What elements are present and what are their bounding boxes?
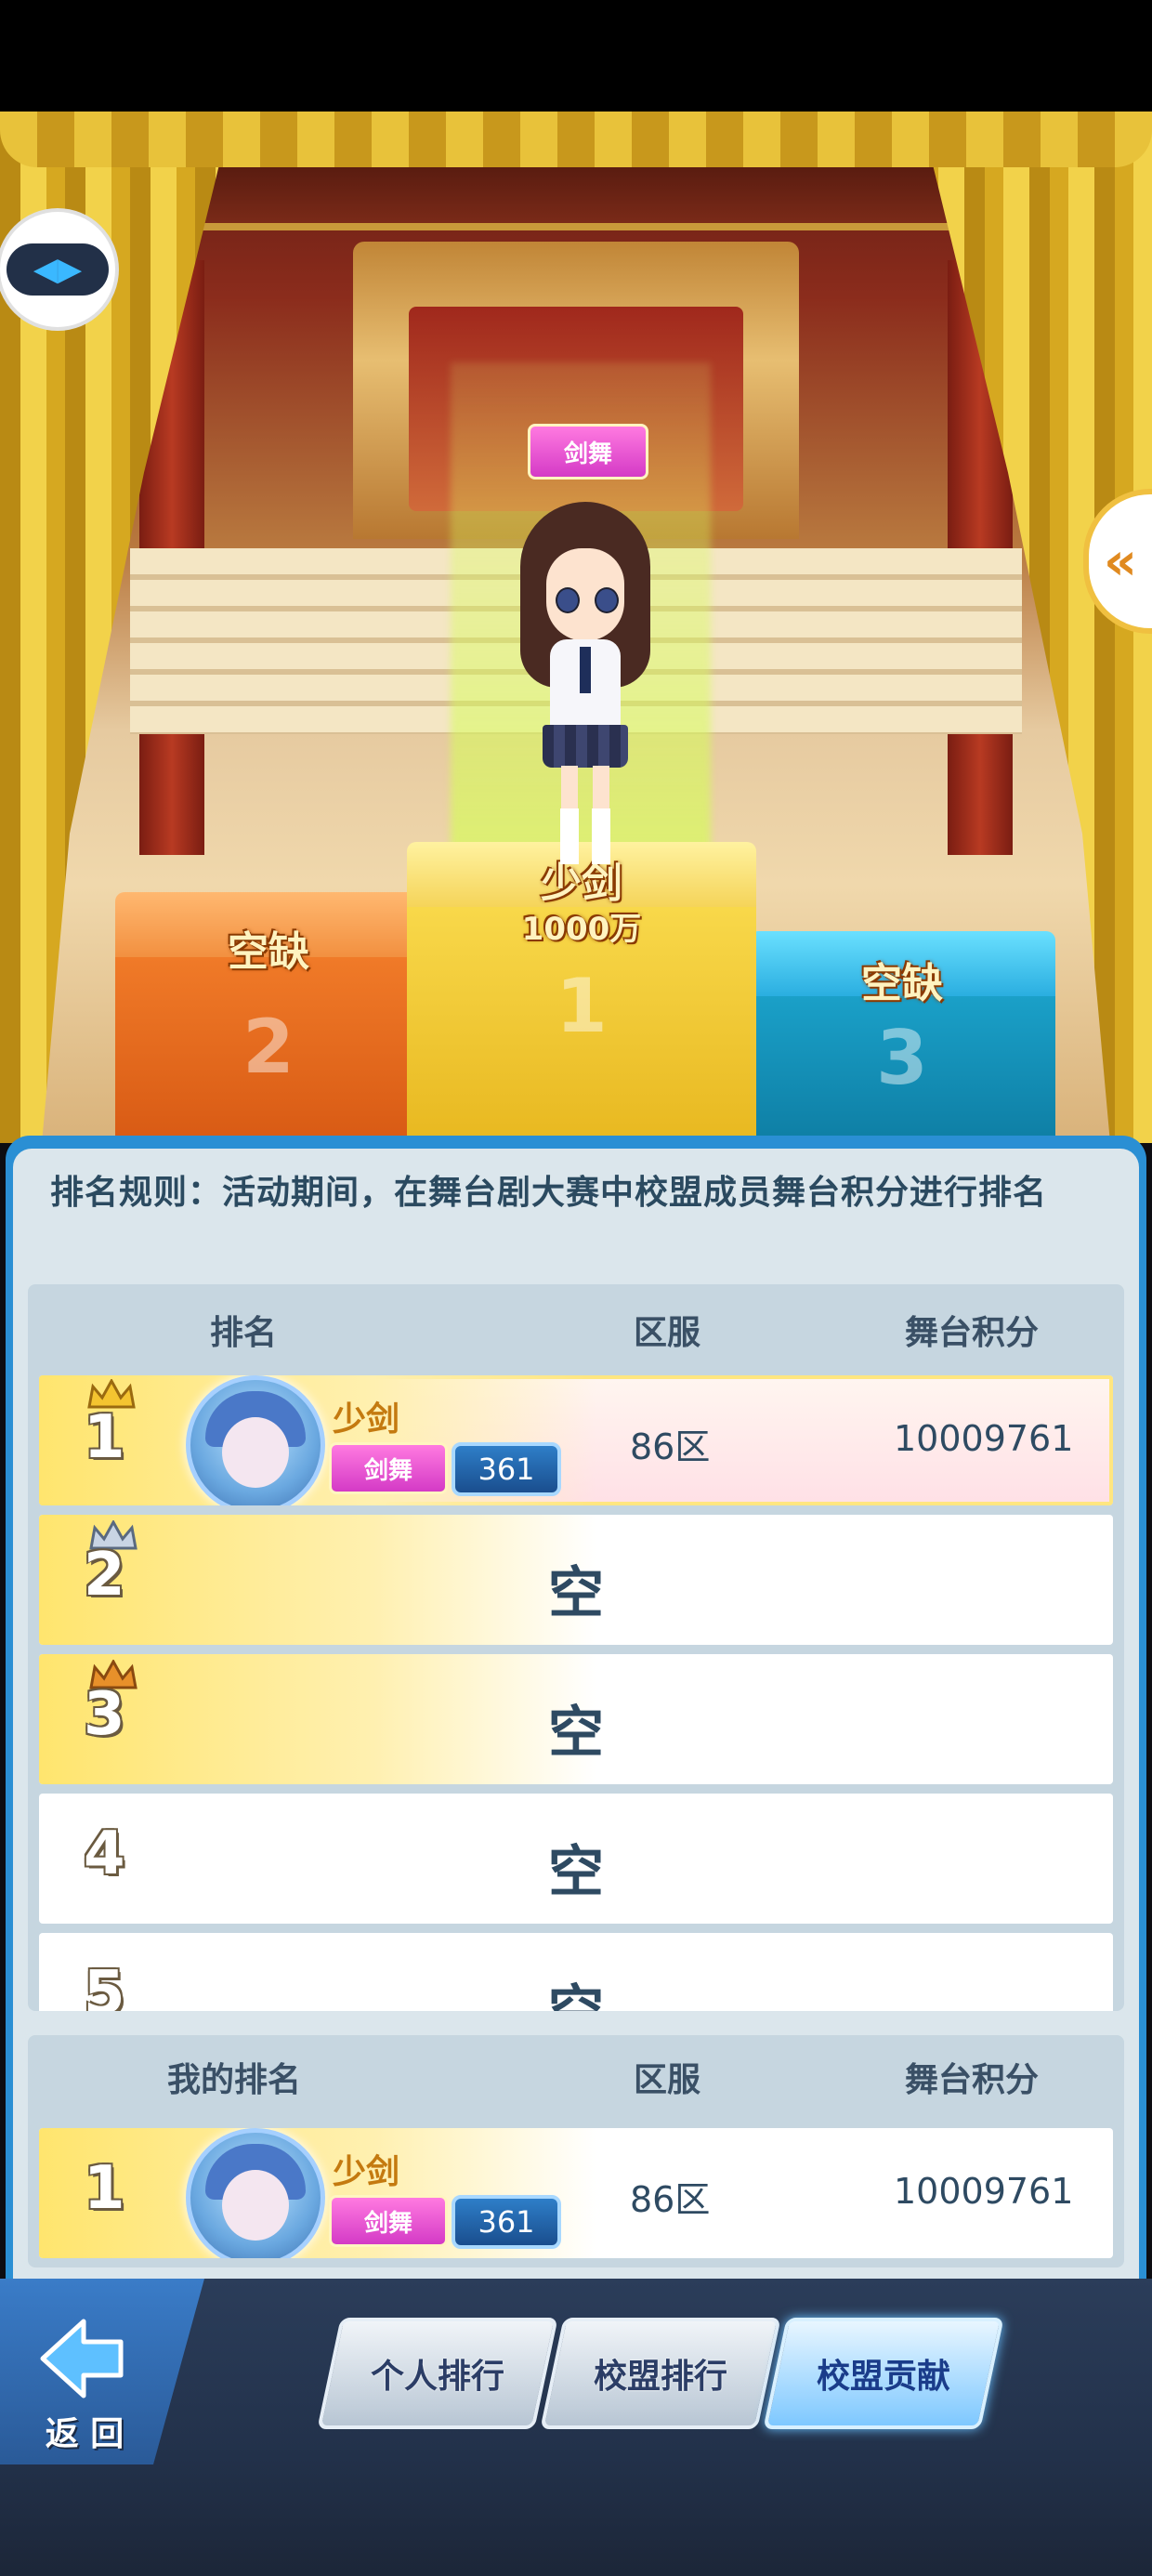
header-rank: 排名: [210, 1314, 278, 1352]
tab-alliance-rank-label: 校盟排行: [593, 2358, 727, 2396]
podium-second-rank: 2: [242, 1004, 295, 1090]
podium-first-rank: 1: [556, 963, 608, 1049]
my-header-server: 区服: [634, 2061, 701, 2099]
podium-second-name: 空缺: [228, 928, 309, 976]
row-score: 10009761: [894, 1418, 1074, 1459]
my-player-level: 361: [452, 2195, 561, 2249]
player-avatar[interactable]: [186, 1375, 325, 1505]
ranking-table[interactable]: 排名 区服 舞台积分 1 少剑 剑舞 361 86区 10009761 2 空 …: [28, 1284, 1124, 2011]
status-bar: [0, 0, 1152, 112]
tab-alliance-contribution-label: 校盟贡献: [816, 2358, 950, 2396]
podium-second: 空缺 2: [115, 892, 422, 1143]
my-rank-value: 1: [84, 2154, 125, 2223]
table-header: 排名 区服 舞台积分: [28, 1284, 1124, 1375]
my-avatar[interactable]: [186, 2128, 325, 2258]
podium-third-name: 空缺: [861, 960, 943, 1007]
tab-personal-rank-label: 个人排行: [370, 2358, 504, 2396]
row-rank: 1: [84, 1403, 125, 1472]
row-empty: 空: [39, 1966, 1113, 2011]
back-label: 返 回: [45, 2415, 124, 2453]
character-avatar[interactable]: [520, 502, 650, 966]
gamepad-icon: ◀▶: [7, 243, 109, 296]
my-player-name: 少剑: [333, 2153, 400, 2191]
table-row[interactable]: 5 空: [39, 1933, 1113, 2011]
player-tag: 剑舞: [329, 1442, 448, 1494]
podium-third-rank: 3: [876, 1015, 928, 1101]
rank-rule-text: 排名规则：活动期间，在舞台剧大赛中校盟成员舞台积分进行排名: [50, 1174, 1048, 1212]
my-player-tag: 剑舞: [329, 2195, 448, 2247]
header-score: 舞台积分: [905, 1314, 1040, 1352]
double-chevron-left-icon: «: [1103, 531, 1138, 592]
my-rank-header: 我的排名 区服 舞台积分: [28, 2035, 1124, 2119]
row-empty: 空: [548, 1701, 604, 1766]
my-header-score: 舞台积分: [905, 2061, 1040, 2099]
my-rank-section: 我的排名 区服 舞台积分 1 少剑 剑舞 361 86区 10009761: [28, 2035, 1124, 2267]
my-server: 86区: [630, 2179, 711, 2220]
podium-third: 空缺 3: [749, 931, 1055, 1143]
stage-scene: 空缺 2 空缺 3 少剑 1000万 1 剑舞: [0, 112, 1152, 1143]
arrow-left-icon: [40, 2319, 124, 2399]
tab-personal-rank[interactable]: 个人排行: [317, 2318, 558, 2429]
tab-alliance-rank[interactable]: 校盟排行: [540, 2318, 781, 2429]
table-row[interactable]: 1 少剑 剑舞 361 86区 10009761: [39, 1375, 1113, 1505]
champion-tag: 剑舞: [528, 424, 648, 480]
tab-alliance-contribution[interactable]: 校盟贡献: [763, 2318, 1004, 2429]
row-empty: 空: [548, 1561, 604, 1626]
table-row[interactable]: 4 空: [39, 1794, 1113, 1924]
table-row[interactable]: 3 空: [39, 1654, 1113, 1784]
back-button[interactable]: 返 回: [33, 2314, 136, 2463]
my-rank-row[interactable]: 1 少剑 剑舞 361 86区 10009761: [39, 2128, 1113, 2258]
table-row[interactable]: 2 空: [39, 1515, 1113, 1645]
player-level: 361: [452, 1442, 561, 1496]
floating-menu-button[interactable]: ◀▶: [0, 212, 115, 327]
my-header-rank: 我的排名: [167, 2061, 302, 2099]
row-empty: 空: [548, 1840, 604, 1905]
player-name: 少剑: [333, 1400, 400, 1439]
row-server: 86区: [630, 1426, 711, 1467]
header-server: 区服: [634, 1314, 701, 1352]
my-score: 10009761: [894, 2171, 1074, 2212]
curtain-valance: [0, 112, 1152, 167]
